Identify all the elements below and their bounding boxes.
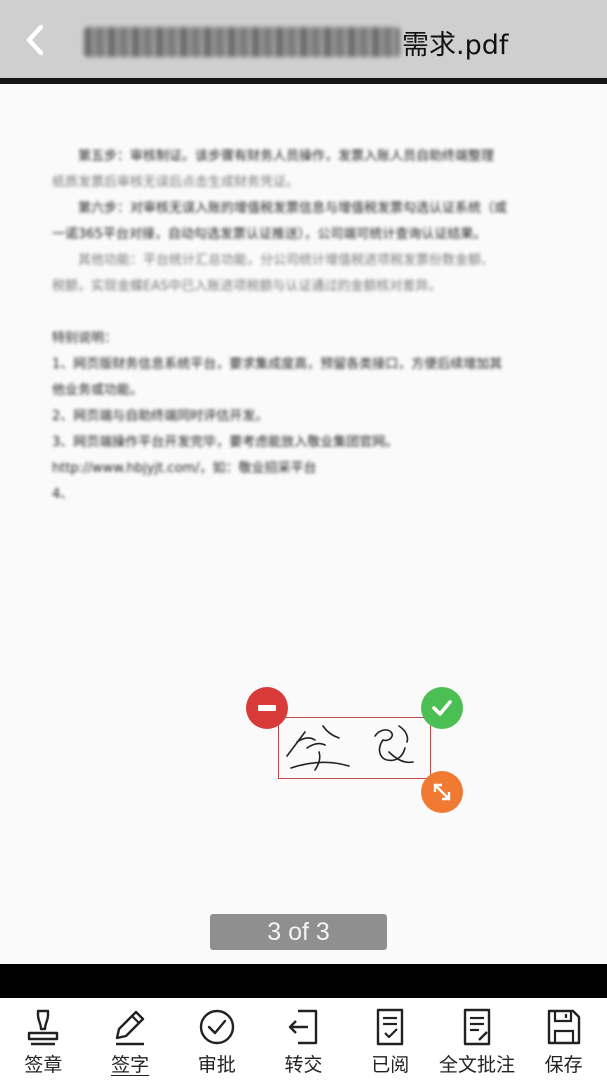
- check-circle-outline-icon: [199, 1009, 234, 1045]
- resize-arrows-icon: [433, 783, 451, 801]
- toolbar-separator: [0, 964, 607, 998]
- save-icon: [547, 1009, 580, 1045]
- document-line: http://www.hbjyjt.com/，如：敬业招采平台: [52, 461, 317, 476]
- stamp-label: 签章: [24, 1054, 63, 1076]
- sign-label: 签字: [111, 1054, 150, 1076]
- handwritten-signature: [286, 725, 414, 771]
- check-circle-icon: [432, 700, 452, 716]
- remove-signature-button[interactable]: [246, 687, 288, 729]
- annotate-button[interactable]: 全文批注: [434, 998, 521, 1080]
- bottom-toolbar: 签章 签字 审批 转交 已阅 全文批注 保存: [0, 998, 607, 1080]
- document-line: 3、网页端操作平台开发完毕，要考虑能放入敬业集团官网。: [52, 435, 399, 450]
- document-line: 第五步：审核制证。该步骤有财务人员操作，发票入账人员自助终端整理: [78, 149, 495, 164]
- read-document-icon: [377, 1008, 404, 1046]
- approve-button[interactable]: 审批: [173, 998, 260, 1080]
- transfer-button[interactable]: 转交: [260, 998, 347, 1080]
- title-suffix: 需求.pdf: [402, 29, 509, 61]
- top-bar: 需求.pdf: [0, 0, 607, 78]
- sign-button[interactable]: 签字: [87, 998, 174, 1080]
- approve-label: 审批: [197, 1054, 236, 1076]
- resize-signature-handle[interactable]: [421, 771, 463, 813]
- signature-box[interactable]: [278, 717, 431, 779]
- save-button[interactable]: 保存: [520, 998, 607, 1080]
- transfer-icon: [288, 1009, 317, 1045]
- back-button[interactable]: [14, 18, 58, 62]
- stamp-icon: [28, 1009, 59, 1046]
- redacted-title-part: [84, 27, 400, 57]
- save-label: 保存: [544, 1054, 583, 1076]
- page-indicator: 3 of 3: [210, 914, 387, 950]
- stamp-button[interactable]: 签章: [0, 998, 87, 1080]
- document-body: 第五步：审核制证。该步骤有财务人员操作，发票入账人员自助终端整理纸质发票后审核无…: [52, 144, 562, 508]
- annotate-document-icon: [463, 1008, 491, 1046]
- document-line: 2、网页端与自助终端同时评估开发。: [52, 409, 269, 424]
- minus-circle-icon: [258, 705, 276, 711]
- document-line: 其他功能：平台统计汇总功能，分公司统计增值税进项税发票份数金额、: [78, 253, 495, 268]
- mark-read-button[interactable]: 已阅: [347, 998, 434, 1080]
- document-line: 1、网页版财务信息系统平台，要求集成度高，预留各类接口，方便后续增加其: [52, 357, 503, 372]
- document-line: 纸质发票后审核无误后点击生成财务凭证。: [52, 175, 300, 190]
- annotate-label: 全文批注: [438, 1054, 515, 1076]
- mark-read-label: 已阅: [371, 1054, 410, 1076]
- document-line: 税额，实现金蝶EAS中已入账进项税额与认证通过的金额核对差异。: [52, 279, 442, 294]
- document-line: 第六步：对审核无误入账的增值税发票信息与增值税发票勾选认证系统（或: [78, 201, 508, 216]
- document-line: 特别说明：: [52, 331, 118, 346]
- transfer-label: 转交: [284, 1054, 323, 1076]
- document-line: 他业务或功能。: [52, 383, 144, 398]
- document-line: 一诺365平台对接，自动勾选发票认证推送），公司端可统计查询认证结果。: [52, 227, 487, 242]
- chevron-left-icon: [26, 24, 44, 56]
- confirm-signature-button[interactable]: [421, 687, 463, 729]
- document-line: 4、: [52, 487, 74, 502]
- document-title: 需求.pdf: [84, 22, 508, 62]
- pdf-page: 第五步：审核制证。该步骤有财务人员操作，发票入账人员自助终端整理纸质发票后审核无…: [0, 84, 607, 964]
- pen-icon: [115, 1010, 145, 1046]
